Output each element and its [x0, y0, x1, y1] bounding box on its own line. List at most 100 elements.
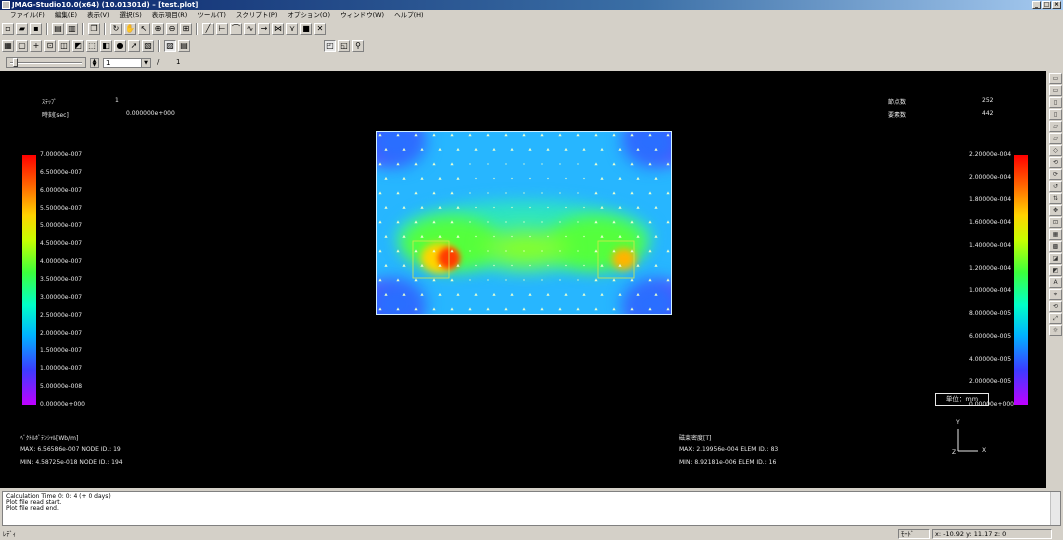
mesh-node [432, 162, 436, 166]
vector-icon[interactable]: ➚ [128, 40, 140, 52]
pan-icon[interactable]: ✥ [1049, 205, 1062, 216]
open-folder-icon[interactable]: ▰ [16, 23, 28, 35]
pan-hand-icon[interactable]: ✋ [124, 23, 136, 35]
rotate-icon[interactable]: ↻ [110, 23, 122, 35]
menu-select[interactable]: 選択(S) [115, 10, 147, 20]
node-icon[interactable]: + [30, 40, 42, 52]
shade-icon[interactable]: ◧ [100, 40, 112, 52]
log-window[interactable]: Calculation Time 0: 0: 4 (+ 0 days) Plot… [2, 491, 1061, 526]
reset-view-icon[interactable]: ⟲ [1049, 301, 1062, 312]
menu-file[interactable]: ファイル(F) [2, 10, 50, 20]
split-icon[interactable]: ⋎ [286, 23, 298, 35]
view-top-icon[interactable]: ▱ [1049, 121, 1062, 132]
menu-window[interactable]: ウィンドウ(W) [335, 10, 389, 20]
menu-bar: ファイル(F) 編集(E) 表示(V) 選択(S) 表示項目(R) ツール(T)… [0, 10, 1063, 20]
mesh-node [402, 147, 406, 151]
plot-viewport[interactable]: ｽﾃｯﾌﾟ 1 時刻[sec] 0.000000e+000 節点数 252 要素… [0, 71, 1046, 488]
mesh-toggle-icon[interactable]: ▩ [1049, 241, 1062, 252]
element-icon[interactable]: ⊡ [44, 40, 56, 52]
view-bottom-icon[interactable]: ▱ [1049, 133, 1062, 144]
menu-options[interactable]: オプション(O) [282, 10, 335, 20]
fill-box-icon[interactable]: ■ [300, 23, 312, 35]
mesh-node [450, 162, 454, 166]
mesh-node [523, 192, 525, 194]
mesh-node [432, 249, 436, 253]
mesh-node [630, 191, 634, 195]
step-slider[interactable] [6, 57, 86, 68]
step-select[interactable]: 1 ▼ [103, 58, 151, 68]
chevron-down-icon[interactable]: ▼ [141, 59, 150, 67]
contour-plot[interactable] [376, 131, 672, 315]
view-right-icon[interactable]: ▯ [1049, 109, 1062, 120]
zoom-in-icon[interactable]: ⊕ [152, 23, 164, 35]
fit-all-icon[interactable]: ⤢ [1049, 313, 1062, 324]
rotate-y-icon[interactable]: ⟳ [1049, 169, 1062, 180]
light-icon[interactable]: ☼ [1049, 325, 1062, 336]
rotate-x-icon[interactable]: ⟲ [1049, 157, 1062, 168]
view-node-icon[interactable]: ◱ [338, 40, 350, 52]
slider-thumb[interactable] [13, 58, 18, 67]
mesh-node [528, 292, 532, 296]
mesh-node [582, 292, 586, 296]
minimize-button[interactable]: _ [1032, 1, 1041, 9]
mesh-node [565, 264, 567, 267]
stack-icon[interactable]: ▤ [178, 40, 190, 52]
view-search-icon[interactable]: ⚲ [352, 40, 364, 52]
menu-view[interactable]: 表示(V) [82, 10, 115, 20]
palette-icon[interactable]: ▨ [164, 40, 176, 52]
select-pointer-icon[interactable]: ↖ [138, 23, 150, 35]
mesh-node [414, 307, 418, 311]
curve-icon[interactable]: ∿ [244, 23, 256, 35]
new-file-icon[interactable]: ▫ [2, 23, 14, 35]
maximize-button[interactable]: □ [1042, 1, 1051, 9]
view-front-icon[interactable]: ▭ [1049, 73, 1062, 84]
menu-edit[interactable]: 編集(E) [50, 10, 82, 20]
arc-icon[interactable]: ⌒ [230, 23, 242, 35]
probe-icon[interactable]: ⌖ [1049, 289, 1062, 300]
view-back-icon[interactable]: ▭ [1049, 85, 1062, 96]
zoom-box-icon[interactable]: ⊡ [1049, 217, 1062, 228]
log-scrollbar[interactable] [1050, 492, 1060, 525]
save-icon[interactable]: ▪ [30, 23, 42, 35]
grid-icon[interactable]: ▦ [2, 40, 14, 52]
color-icon[interactable]: ● [114, 40, 126, 52]
step-label: ｽﾃｯﾌﾟ [42, 99, 58, 106]
print-icon[interactable]: ▤ [52, 23, 64, 35]
menu-help[interactable]: ヘルプ(H) [389, 10, 428, 20]
mesh-node [396, 307, 400, 311]
view-left-icon[interactable]: ▯ [1049, 97, 1062, 108]
mesh-node [505, 163, 507, 165]
boundary-icon[interactable]: ◫ [58, 40, 70, 52]
label-icon[interactable]: A [1049, 277, 1062, 288]
cube-icon[interactable]: ⬚ [86, 40, 98, 52]
rotate-z-icon[interactable]: ↺ [1049, 181, 1062, 192]
step-spinner[interactable]: ▲ ▼ [90, 58, 99, 68]
clip-icon[interactable]: ◩ [1049, 265, 1062, 276]
copy-icon[interactable]: ❐ [88, 23, 100, 35]
view-select-icon[interactable]: ◰ [324, 40, 336, 52]
fit-view-icon[interactable]: ⊞ [180, 23, 192, 35]
section-icon[interactable]: ◪ [1049, 253, 1062, 264]
arrow-right-icon[interactable]: → [258, 23, 270, 35]
line-icon[interactable]: ╱ [202, 23, 214, 35]
menu-tools[interactable]: ツール(T) [192, 10, 231, 20]
layer-icon[interactable]: ▧ [142, 40, 154, 52]
menu-script[interactable]: スクリプト(P) [231, 10, 283, 20]
measure-icon[interactable]: ⊢ [216, 23, 228, 35]
menu-display-items[interactable]: 表示項目(R) [147, 10, 193, 20]
close-button[interactable]: × [1052, 1, 1061, 9]
step-slash: / [157, 58, 160, 66]
node-count-label: 節点数 [888, 99, 907, 106]
print-preview-icon[interactable]: ▥ [66, 23, 78, 35]
flip-icon[interactable]: ⇅ [1049, 193, 1062, 204]
delete-icon[interactable]: ✕ [314, 23, 326, 35]
mesh-node [414, 220, 418, 224]
contour-icon[interactable]: ◩ [72, 40, 84, 52]
mesh-node [654, 147, 658, 151]
grid-toggle-icon[interactable]: ▦ [1049, 229, 1062, 240]
frame-icon[interactable]: ▢ [16, 40, 28, 52]
mirror-icon[interactable]: ⋈ [272, 23, 284, 35]
view-iso-icon[interactable]: ◇ [1049, 145, 1062, 156]
zoom-out-icon[interactable]: ⊖ [166, 23, 178, 35]
mesh-node [414, 133, 418, 137]
